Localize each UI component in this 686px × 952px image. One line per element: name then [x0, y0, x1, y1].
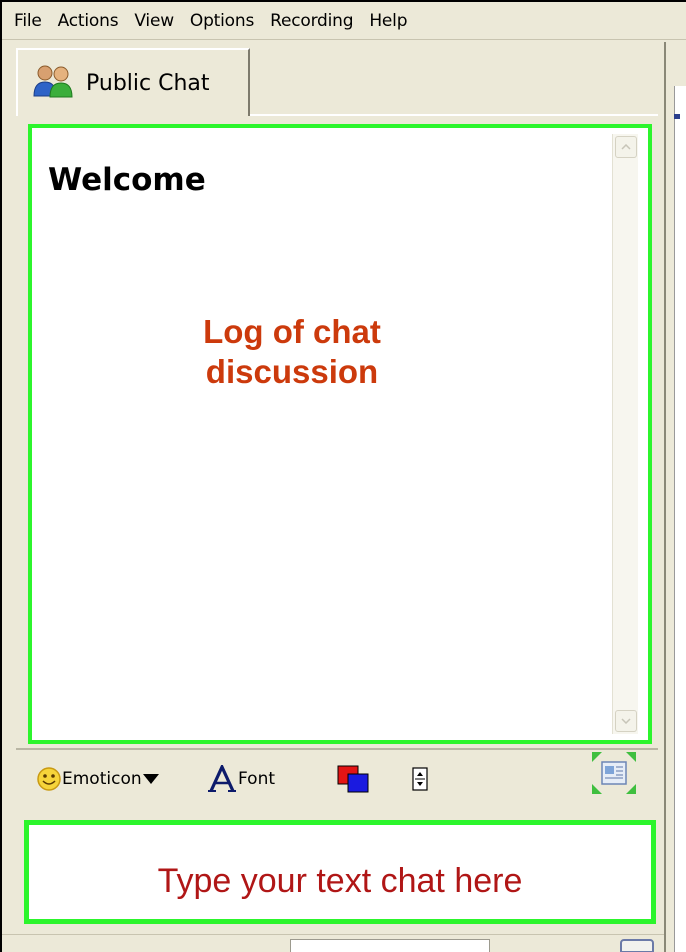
chat-log-annotation-line1: Log of chat [203, 313, 381, 350]
smiley-icon [37, 767, 61, 791]
chat-log-annotation-line2: discussion [205, 353, 379, 390]
welcome-message: Welcome [48, 162, 206, 198]
side-panel-content [674, 86, 686, 952]
tab-public-chat[interactable]: Public Chat [16, 48, 250, 116]
spinner-icon [412, 767, 428, 791]
chevron-up-icon [621, 144, 631, 150]
expand-button[interactable] [590, 752, 638, 794]
color-picker-button[interactable] [336, 762, 370, 796]
font-label: Font [238, 769, 276, 789]
chevron-down-icon [621, 718, 631, 724]
menu-file[interactable]: File [8, 11, 52, 31]
users-icon [32, 64, 76, 103]
chat-log-annotation: Log of chat discussion [162, 312, 422, 392]
chat-log[interactable]: Welcome Log of chat discussion [28, 124, 652, 744]
side-panel-marker [674, 114, 680, 119]
chat-input-annotation: Type your text chat here [157, 861, 523, 900]
chat-toolbar: Emoticon Font [16, 748, 658, 808]
font-icon [208, 765, 236, 792]
tab-label: Public Chat [86, 70, 210, 96]
status-strip [2, 934, 664, 952]
dropdown-arrow-icon [142, 774, 159, 784]
menu-recording[interactable]: Recording [264, 11, 363, 31]
menu-view[interactable]: View [128, 11, 184, 31]
vertical-scrollbar[interactable] [612, 134, 638, 734]
status-field [290, 939, 490, 952]
line-spacing-button[interactable] [412, 762, 428, 796]
chat-input[interactable]: Type your text chat here [24, 820, 656, 924]
menu-options[interactable]: Options [184, 11, 264, 31]
status-icon[interactable] [620, 939, 654, 952]
color-picker-icon [337, 765, 369, 793]
expand-icon [592, 752, 636, 794]
menu-help[interactable]: Help [363, 11, 417, 31]
emoticon-label: Emoticon [62, 769, 142, 789]
font-button[interactable]: Font [208, 762, 275, 796]
tab-strip-line [250, 114, 658, 116]
emoticon-button[interactable]: Emoticon [36, 762, 160, 796]
scroll-down-button[interactable] [615, 710, 637, 732]
scroll-up-button[interactable] [615, 136, 637, 158]
menu-actions[interactable]: Actions [52, 11, 129, 31]
menu-bar: File Actions View Options Recording Help [2, 2, 686, 40]
side-panel [664, 42, 686, 952]
